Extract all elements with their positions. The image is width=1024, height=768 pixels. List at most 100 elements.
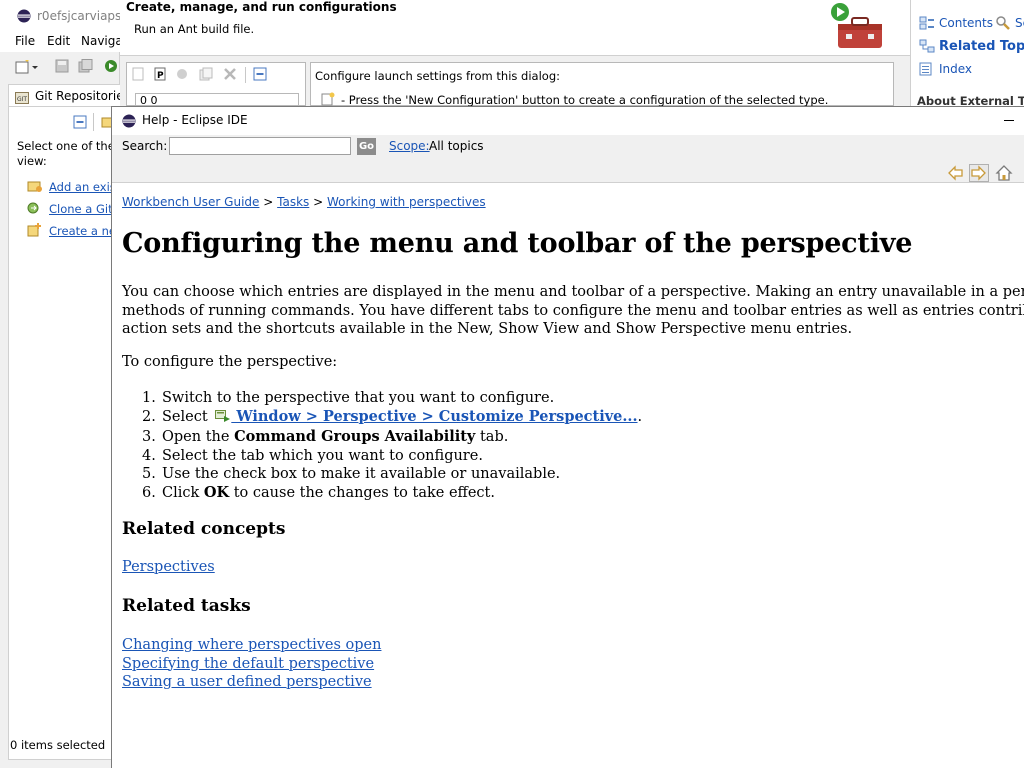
home-icon[interactable] xyxy=(994,164,1014,182)
launch-dialog-title: Create, manage, and run configurations xyxy=(126,0,397,14)
intro-line: action sets and the shortcuts available … xyxy=(122,321,853,337)
delete-icon[interactable] xyxy=(223,67,237,84)
search-link[interactable]: Se xyxy=(1015,16,1024,30)
git-hint-line-2: view: xyxy=(17,154,47,168)
index-link[interactable]: Index xyxy=(939,62,972,76)
back-arrow-icon[interactable] xyxy=(946,164,966,182)
help-content-pane: Workbench User Guide > Tasks > Working w… xyxy=(112,184,1024,768)
index-icon xyxy=(919,62,933,79)
help-search-bar: Search: Go Scope: All topics xyxy=(112,135,1024,163)
step-bold-text: OK xyxy=(203,483,230,501)
git-view-hint: Select one of the f view: xyxy=(17,139,121,169)
help-window-titlebar: Help - Eclipse IDE xyxy=(112,107,1024,135)
command-link-icon xyxy=(215,409,231,429)
list-item: 5. Use the check box to make it availabl… xyxy=(122,465,642,484)
git-repository-icon: GIT xyxy=(15,90,31,107)
search-icon xyxy=(995,15,1011,34)
forward-arrow-icon[interactable] xyxy=(969,164,989,182)
launch-configurations-dialog: Create, manage, and run configurations R… xyxy=(120,0,910,109)
clone-repository-link-icon xyxy=(27,201,43,218)
eclipse-help-logo-icon xyxy=(122,114,136,131)
eclipse-logo-icon xyxy=(17,9,31,26)
add-existing-repository-link[interactable]: Add an exist xyxy=(49,180,120,194)
workbench-titlebar: r0efsjcarviapstc xyxy=(0,0,133,32)
breadcrumb-working-with-perspectives[interactable]: Working with perspectives xyxy=(327,195,486,209)
step-text: Select xyxy=(162,408,213,425)
svg-text:P: P xyxy=(157,71,164,81)
intro-paragraph: You can choose which entries are display… xyxy=(122,283,1024,339)
collapse-all-icon[interactable] xyxy=(73,115,87,132)
related-concept-link[interactable]: Perspectives xyxy=(122,559,215,575)
duplicate-icon[interactable] xyxy=(199,67,213,84)
launch-toolbar-divider xyxy=(245,67,246,83)
workbench-title: r0efsjcarviapstc xyxy=(37,9,133,23)
launch-info-line-2: - Press the 'New Configuration' button t… xyxy=(341,93,829,107)
related-task-link[interactable]: Specifying the default perspective xyxy=(122,655,381,674)
scope-value: All topics xyxy=(429,139,484,153)
scope-link[interactable]: Scope: xyxy=(389,139,430,153)
breadcrumb-tasks[interactable]: Tasks xyxy=(277,195,309,209)
git-tab-label: Git Repositories xyxy=(35,89,130,103)
help-search-input[interactable] xyxy=(169,137,351,155)
step-number: 5. xyxy=(142,466,156,482)
list-item: 2. Select Window > Perspective > Customi… xyxy=(122,408,642,429)
launch-info-line-1: Configure launch settings from this dial… xyxy=(315,69,560,83)
contents-link[interactable]: Contents xyxy=(939,16,993,30)
git-repositories-view: GIT Git Repositories Select one of the f… xyxy=(8,84,130,760)
help-window-title: Help - Eclipse IDE xyxy=(142,113,248,127)
status-bar-text: 0 items selected xyxy=(10,738,106,752)
step-text: Use the check box to make it available o… xyxy=(162,466,561,482)
menu-file[interactable]: File xyxy=(15,34,35,48)
add-repository-link-icon xyxy=(27,179,43,196)
workbench-left-pane: r0efsjcarviapstc File Edit Navigat GIT G… xyxy=(0,0,133,768)
help-window: Help - Eclipse IDE Search: Go Scope: All… xyxy=(111,106,1024,768)
search-label: Search: xyxy=(122,139,168,153)
related-topics-link[interactable]: Related Topics xyxy=(939,39,1024,54)
git-repositories-tab[interactable]: GIT Git Repositories xyxy=(9,85,130,107)
workbench-toolbar xyxy=(0,55,120,81)
go-button[interactable]: Go xyxy=(357,138,376,155)
step-text: . xyxy=(637,408,643,425)
collapse-all-configs-icon[interactable] xyxy=(253,67,267,84)
clone-repository-link[interactable]: Clone a Git xyxy=(49,202,113,216)
breadcrumb-workbench-user-guide[interactable]: Workbench User Guide xyxy=(122,195,259,209)
run-icon[interactable] xyxy=(104,59,118,76)
minimize-button[interactable] xyxy=(1000,111,1020,129)
steps-list: 1. Switch to the perspective that you wa… xyxy=(122,389,642,502)
ant-toolbox-icon xyxy=(830,2,886,55)
customize-perspective-command-link[interactable]: Window > Perspective > Customize Perspec… xyxy=(231,408,637,425)
help-side-panel: Contents Se Related Topics Index About E… xyxy=(910,0,1024,108)
step-number: 3. xyxy=(142,429,156,445)
related-concepts-heading: Related concepts xyxy=(122,519,286,539)
step-text: Open the xyxy=(162,429,235,445)
git-hint-line-1: Select one of the f xyxy=(17,139,121,153)
svg-text:GIT: GIT xyxy=(17,96,27,103)
help-nav-toolbar xyxy=(112,163,1024,183)
launch-dialog-header: Create, manage, and run configurations R… xyxy=(120,0,910,56)
related-tasks-list: Changing where perspectives open Specify… xyxy=(122,636,381,692)
save-icon[interactable] xyxy=(55,59,69,76)
breadcrumb: Workbench User Guide > Tasks > Working w… xyxy=(122,195,486,209)
launch-config-info-pane: Configure launch settings from this dial… xyxy=(310,62,894,107)
list-item: 4. Select the tab which you want to conf… xyxy=(122,447,642,466)
related-task-link[interactable]: Saving a user defined perspective xyxy=(122,673,381,692)
launch-config-tree-pane: P 0 0 xyxy=(126,62,306,109)
view-toolbar-divider xyxy=(93,113,94,131)
save-all-icon[interactable] xyxy=(78,59,94,76)
new-prototype-icon[interactable]: P xyxy=(153,67,167,84)
step-bold-text: Command Groups Availability xyxy=(234,428,476,445)
new-config-icon[interactable] xyxy=(131,67,145,84)
contents-icon xyxy=(919,16,935,33)
step-number: 1. xyxy=(142,390,156,406)
step-number: 6. xyxy=(142,484,156,501)
list-item: 1. Switch to the perspective that you wa… xyxy=(122,389,642,408)
new-wizard-icon[interactable] xyxy=(15,59,39,78)
menu-edit[interactable]: Edit xyxy=(47,34,70,48)
step-number: 4. xyxy=(142,447,156,464)
create-repository-link-icon xyxy=(27,223,43,240)
list-item: 6. Click OK to cause the changes to take… xyxy=(122,484,642,503)
export-icon[interactable] xyxy=(175,67,191,84)
breadcrumb-separator: > xyxy=(313,195,324,209)
step-text: to cause the changes to take effect. xyxy=(229,484,495,501)
related-task-link[interactable]: Changing where perspectives open xyxy=(122,636,381,655)
